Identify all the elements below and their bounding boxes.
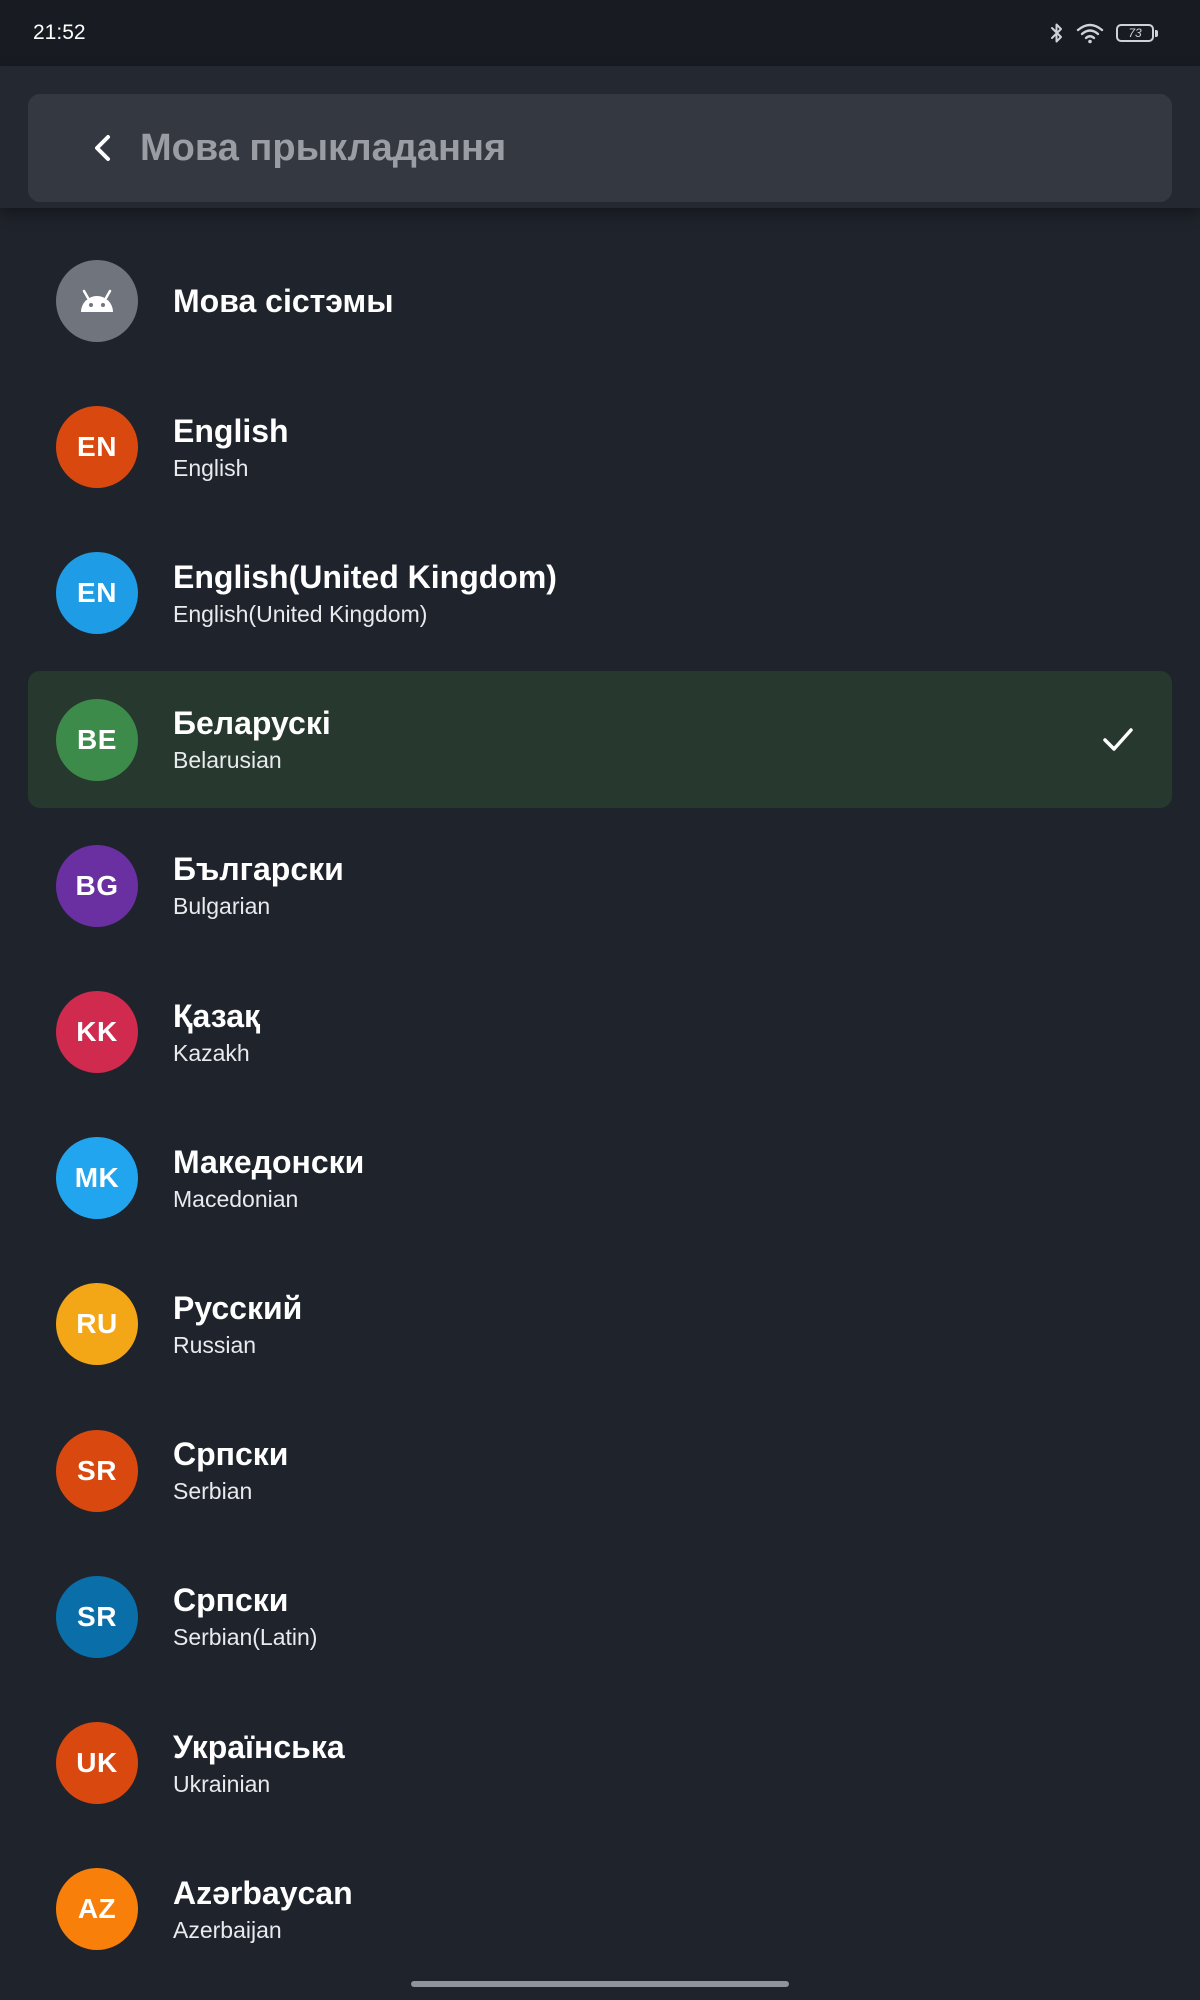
language-subtitle: Russian bbox=[173, 1331, 257, 1358]
language-text: Македонски Macedonian bbox=[173, 1109, 364, 1246]
language-avatar: SR bbox=[56, 1429, 138, 1512]
language-text: Русский Russian bbox=[173, 1255, 302, 1392]
language-item[interactable]: KK Қазақ Kazakh bbox=[28, 963, 1172, 1100]
language-text: Azərbaycan Azerbaijan bbox=[173, 1840, 353, 1977]
language-name: Русский bbox=[173, 1289, 303, 1326]
language-name: Српски bbox=[173, 1582, 289, 1619]
back-button[interactable] bbox=[76, 120, 132, 176]
language-avatar: RU bbox=[56, 1283, 138, 1366]
language-avatar bbox=[56, 260, 138, 342]
language-avatar: MK bbox=[56, 1137, 138, 1220]
language-code: SR bbox=[77, 1454, 117, 1486]
language-item[interactable]: RU Русский Russian bbox=[28, 1255, 1172, 1392]
language-subtitle: Serbian bbox=[173, 1478, 253, 1505]
language-code: SR bbox=[77, 1600, 117, 1632]
language-item[interactable]: SR Српски Serbian(Latin) bbox=[28, 1548, 1172, 1685]
bluetooth-icon bbox=[1051, 23, 1062, 43]
language-code: EN bbox=[77, 431, 117, 463]
battery-level: 73 bbox=[1128, 26, 1142, 40]
language-subtitle: Macedonian bbox=[173, 1185, 299, 1212]
wifi-icon bbox=[1076, 23, 1104, 44]
status-time: 21:52 bbox=[33, 21, 86, 44]
language-avatar: AZ bbox=[56, 1868, 138, 1951]
language-text: English English bbox=[173, 378, 289, 515]
language-text: Українська Ukrainian bbox=[173, 1694, 345, 1831]
language-name: Қазақ bbox=[173, 997, 261, 1034]
language-name: Azərbaycan bbox=[173, 1874, 353, 1911]
language-avatar: SR bbox=[56, 1575, 138, 1658]
language-name: Македонски bbox=[173, 1143, 365, 1180]
language-item[interactable]: BG Български Bulgarian bbox=[28, 817, 1172, 954]
language-text: Мова сістэмы bbox=[173, 232, 394, 369]
language-code: UK bbox=[76, 1747, 118, 1778]
language-avatar: EN bbox=[56, 406, 138, 489]
android-icon bbox=[81, 289, 113, 312]
language-subtitle: English(United Kingdom) bbox=[173, 600, 428, 627]
language-item[interactable]: EN English English bbox=[28, 378, 1172, 515]
language-code: BE bbox=[77, 723, 117, 755]
language-item[interactable]: Мова сістэмы bbox=[28, 232, 1172, 369]
language-item[interactable]: SR Српски Serbian bbox=[28, 1402, 1172, 1539]
language-text: Қазақ Kazakh bbox=[173, 963, 260, 1100]
language-text: Беларускі Belarusian bbox=[173, 671, 331, 808]
language-name: Български bbox=[173, 851, 344, 888]
language-item[interactable]: AZ Azərbaycan Azerbaijan bbox=[28, 1840, 1172, 1977]
language-code: BG bbox=[75, 869, 119, 901]
language-item[interactable]: UK Українська Ukrainian bbox=[28, 1694, 1172, 1831]
language-avatar: BE bbox=[56, 698, 138, 781]
language-code: MK bbox=[74, 1162, 120, 1194]
language-avatar: KK bbox=[56, 991, 138, 1073]
battery-icon: 73 bbox=[1116, 24, 1158, 42]
language-item[interactable]: MK Македонски Macedonian bbox=[28, 1109, 1172, 1246]
language-code: RU bbox=[76, 1308, 118, 1340]
toolbar: Мова прыкладання bbox=[28, 94, 1172, 202]
language-text: English(United Kingdom) English(United Ki… bbox=[173, 524, 557, 661]
check-icon bbox=[1103, 728, 1133, 751]
language-avatar: EN bbox=[56, 552, 138, 635]
language-text: Српски Serbian bbox=[173, 1402, 288, 1539]
language-name: Беларускі bbox=[173, 705, 331, 742]
language-text: Български Bulgarian bbox=[173, 817, 344, 954]
language-item[interactable]: BE Беларускі Belarusian bbox=[28, 670, 1172, 808]
language-code: KK bbox=[76, 1016, 118, 1047]
language-item[interactable]: EN English(United Kingdom) English(United … bbox=[28, 524, 1172, 661]
language-code: AZ bbox=[77, 1893, 117, 1925]
language-avatar: BG bbox=[56, 844, 138, 927]
language-subtitle: Belarusian bbox=[173, 747, 282, 774]
language-subtitle: Ukrainian bbox=[173, 1770, 271, 1797]
language-text: Српски Serbian(Latin) bbox=[173, 1548, 317, 1685]
language-name: English bbox=[173, 412, 289, 449]
language-name: Мова сістэмы bbox=[173, 282, 394, 319]
language-subtitle: Kazakh bbox=[173, 1039, 250, 1066]
home-indicator[interactable] bbox=[411, 1981, 789, 1987]
language-code: EN bbox=[77, 577, 117, 609]
language-subtitle: Bulgarian bbox=[173, 893, 271, 920]
language-subtitle: Serbian(Latin) bbox=[173, 1624, 318, 1651]
language-subtitle: English bbox=[173, 454, 249, 481]
language-subtitle: Azerbaijan bbox=[173, 1916, 282, 1943]
language-avatar: UK bbox=[56, 1722, 138, 1804]
status-bar: 21:52 73 bbox=[0, 0, 1200, 66]
language-name: Српски bbox=[173, 1436, 289, 1473]
page-title: Мова прыкладання bbox=[140, 127, 507, 169]
back-arrow-icon bbox=[95, 135, 110, 161]
language-name: English(United Kingdom) bbox=[173, 558, 557, 595]
status-icons: 73 bbox=[1050, 18, 1158, 48]
language-name: Українська bbox=[173, 1728, 345, 1765]
